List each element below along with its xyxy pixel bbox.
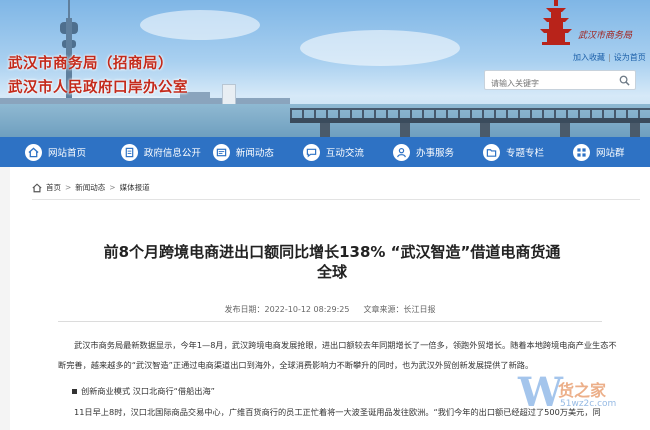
article-title-line2: 全球 <box>316 263 347 281</box>
nav-item-site-group[interactable]: 网站群 <box>560 137 650 167</box>
nav-label: 网站群 <box>596 148 625 159</box>
publish-time: 2022-10-12 08:29:25 <box>264 305 350 314</box>
article-meta: 发布日期：2022-10-12 08:29:25 文章来源：长江日报 <box>10 304 650 315</box>
link-separator: | <box>608 53 611 62</box>
set-homepage-link[interactable]: 设为首页 <box>614 53 646 62</box>
nav-label: 网站首页 <box>48 148 87 159</box>
bullet-icon <box>72 389 77 394</box>
cloud <box>300 30 460 66</box>
cloud <box>140 10 260 40</box>
nav-item-gov-info[interactable]: 政府信息公开 <box>108 137 201 167</box>
user-icon <box>392 143 410 161</box>
divider <box>32 199 640 200</box>
site-title-line2: 武汉市人民政府口岸办公室 <box>8 79 188 96</box>
bridge-pier <box>560 123 570 137</box>
bridge-pier <box>630 123 640 137</box>
source-label: 文章来源： <box>363 305 404 314</box>
nav-item-interaction[interactable]: 互动交流 <box>290 137 380 167</box>
source-name: 长江日报 <box>403 305 436 314</box>
nav-label: 专题专栏 <box>505 148 544 159</box>
news-icon <box>212 143 230 161</box>
grid-icon <box>573 143 590 161</box>
breadcrumb-home[interactable]: 首页 <box>46 182 61 193</box>
watermark-logo: W 货之家 51wz2c.com <box>518 369 644 425</box>
bridge-deck <box>290 118 650 123</box>
nav-label: 政府信息公开 <box>143 148 201 159</box>
nav-item-news[interactable]: 新闻动态 <box>200 137 290 167</box>
tv-tower-spire <box>68 0 70 20</box>
breadcrumb-home-icon <box>32 182 42 192</box>
breadcrumb-separator: > <box>65 183 72 192</box>
yellow-crane-tower-logo-icon <box>540 0 572 45</box>
main-nav: 网站首页 政府信息公开 新闻动态 互动交流 办事服务 专题专栏 网站群 <box>0 137 650 167</box>
page: 武汉市商务局（招商局） 武汉市人民政府口岸办公室 武汉市商务局 加入收藏 | 设为首… <box>0 0 650 430</box>
subheading-text: 创新商业模式 汉口北商行“借船出海” <box>81 386 215 396</box>
bridge-pier <box>400 123 410 137</box>
home-icon <box>25 143 42 161</box>
nav-item-services[interactable]: 办事服务 <box>380 137 470 167</box>
breadcrumb-media[interactable]: 媒体报道 <box>120 182 150 193</box>
nav-label: 办事服务 <box>415 148 454 159</box>
top-links: 加入收藏 | 设为首页 <box>573 52 646 63</box>
watermark-en: 51wz2c.com <box>560 399 617 409</box>
nav-label: 互动交流 <box>325 148 364 159</box>
breadcrumb: 首页 > 新闻动态 > 媒体报道 <box>32 182 150 193</box>
nav-label: 新闻动态 <box>235 148 274 159</box>
breadcrumb-news[interactable]: 新闻动态 <box>75 182 105 193</box>
divider <box>58 321 602 322</box>
breadcrumb-separator: > <box>109 183 116 192</box>
watermark-glyph: W <box>518 369 563 416</box>
nav-item-home[interactable]: 网站首页 <box>0 137 108 167</box>
bridge-truss <box>290 108 650 118</box>
site-title-line1: 武汉市商务局（招商局） <box>8 55 173 72</box>
publish-label: 发布日期： <box>224 305 265 314</box>
document-icon <box>120 143 138 161</box>
article-title-line1: 前8个月跨境电商进出口额同比增长138% “武汉智造”借道电商货通 <box>103 243 561 261</box>
logo-calligraphy: 武汉市商务局 <box>578 31 633 41</box>
bridge-pier <box>320 123 330 137</box>
search-icon[interactable] <box>619 75 630 86</box>
bridge-pier <box>480 123 490 137</box>
nav-item-topics[interactable]: 专题专栏 <box>470 137 560 167</box>
search-input[interactable] <box>485 74 613 93</box>
watermark-cn: 货之家 <box>558 381 607 400</box>
add-favorite-link[interactable]: 加入收藏 <box>573 53 605 62</box>
folder-icon <box>482 143 500 161</box>
search-box <box>484 70 636 93</box>
header-banner: 武汉市商务局（招商局） 武汉市人民政府口岸办公室 武汉市商务局 加入收藏 | 设为首… <box>0 0 650 137</box>
chat-icon <box>302 143 320 161</box>
